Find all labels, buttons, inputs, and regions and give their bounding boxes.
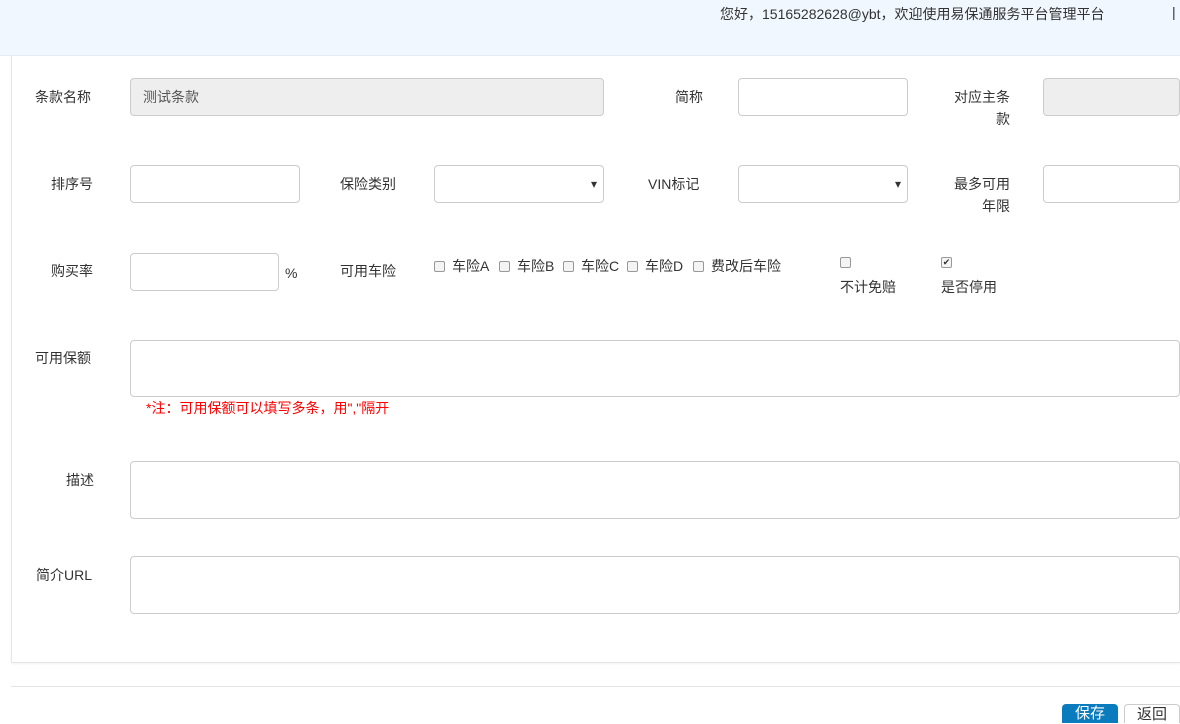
checkbox-icon[interactable] bbox=[563, 260, 574, 272]
checkbox-insurance-a[interactable]: 车险A bbox=[434, 256, 489, 276]
checkbox-icon[interactable] bbox=[693, 260, 704, 272]
coverage-label: 可用保额 bbox=[35, 350, 91, 366]
sort-input[interactable] bbox=[130, 165, 300, 203]
coverage-textarea[interactable] bbox=[130, 340, 1180, 397]
label-line: 最多可用 bbox=[954, 176, 1010, 192]
coverage-note: *注：可用保额可以填写多条，用","隔开 bbox=[146, 400, 390, 416]
purchase-rate-input[interactable] bbox=[130, 253, 279, 291]
main-clause-label: 对应主条款 bbox=[948, 86, 1010, 130]
max-years-input[interactable] bbox=[1043, 165, 1180, 203]
checkbox-insurance-b[interactable]: 车险B bbox=[499, 256, 554, 276]
checkbox-label: 费改后车险 bbox=[711, 258, 781, 274]
intro-url-textarea[interactable] bbox=[130, 556, 1180, 614]
top-bar: 您好，15165282628@ybt，欢迎使用易保通服务平台管理平台 | bbox=[0, 0, 1180, 56]
available-insurance-label: 可用车险 bbox=[340, 263, 396, 279]
insurance-type-label: 保险类别 bbox=[340, 176, 396, 192]
checkbox-insurance-d[interactable]: 车险D bbox=[627, 256, 683, 276]
checkbox-insurance-reformed[interactable]: 费改后车险 bbox=[693, 256, 781, 276]
checkbox-insurance-c[interactable]: 车险C bbox=[563, 256, 619, 276]
intro-url-label: 简介URL bbox=[36, 567, 93, 583]
description-label: 描述 bbox=[66, 472, 94, 488]
back-button[interactable]: 返回 bbox=[1124, 704, 1180, 723]
vin-select[interactable] bbox=[738, 165, 908, 203]
insurance-type-select[interactable] bbox=[434, 165, 604, 203]
checkbox-icon[interactable] bbox=[499, 260, 510, 272]
save-button[interactable]: 保存 bbox=[1062, 704, 1118, 723]
clause-name-label: 条款名称 bbox=[35, 89, 91, 105]
label-line: 年限 bbox=[982, 198, 1010, 214]
checkbox-label: 车险A bbox=[452, 258, 490, 274]
separator: | bbox=[1172, 4, 1176, 20]
sort-label: 排序号 bbox=[51, 176, 93, 192]
greeting-text: 您好，15165282628@ybt，欢迎使用易保通服务平台管理平台 bbox=[720, 6, 1105, 22]
max-years-label: 最多可用年限 bbox=[948, 173, 1010, 217]
main-clause-input[interactable] bbox=[1043, 78, 1180, 116]
no-deductible-checkbox[interactable] bbox=[840, 257, 851, 268]
checkbox-label: 车险C bbox=[581, 258, 620, 274]
no-deductible-label: 不计免赔 bbox=[840, 279, 896, 295]
disabled-checkbox[interactable]: ✔ bbox=[941, 257, 952, 268]
checkbox-label: 车险B bbox=[517, 258, 555, 274]
percent-sign: % bbox=[285, 265, 298, 281]
divider bbox=[11, 686, 1180, 687]
description-textarea[interactable] bbox=[130, 461, 1180, 519]
label-line: 款 bbox=[996, 111, 1010, 127]
purchase-rate-label: 购买率 bbox=[51, 263, 93, 279]
checkbox-icon[interactable] bbox=[434, 260, 445, 272]
short-name-label: 简称 bbox=[675, 89, 703, 105]
vin-label: VIN标记 bbox=[648, 176, 700, 192]
checkbox-label: 车险D bbox=[645, 258, 684, 274]
disabled-label: 是否停用 bbox=[941, 279, 997, 295]
short-name-input[interactable] bbox=[738, 78, 908, 116]
checkbox-icon[interactable] bbox=[627, 260, 638, 272]
label-line: 对应主条 bbox=[954, 89, 1010, 105]
clause-name-input[interactable]: 测试条款 bbox=[130, 78, 604, 116]
